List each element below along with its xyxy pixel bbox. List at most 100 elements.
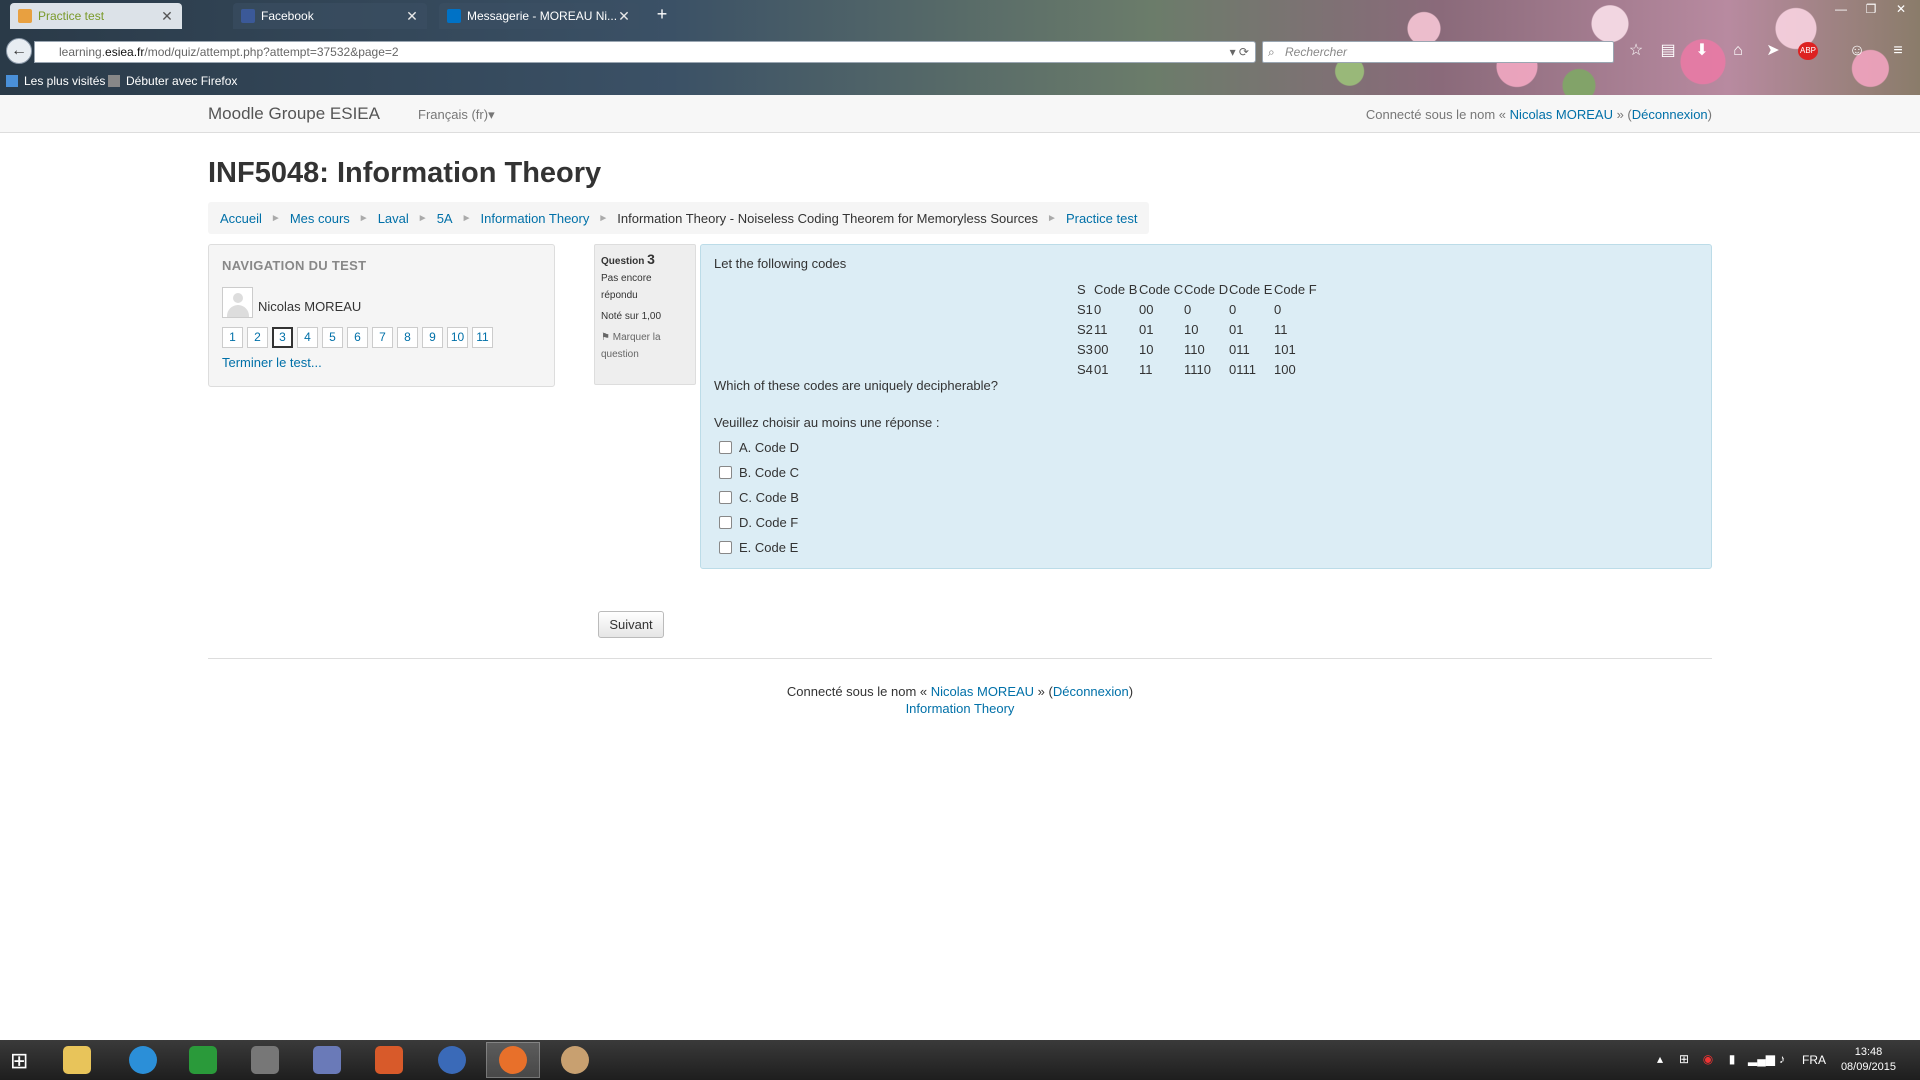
bookmark-star-icon[interactable]: ☆	[1625, 40, 1647, 62]
breadcrumb-practice-test[interactable]: Practice test	[1066, 211, 1138, 226]
table-cell: 0	[1184, 301, 1192, 317]
flag-question-link[interactable]: ⚑ Marquer la question	[601, 329, 689, 363]
chat-icon[interactable]: ☺	[1846, 40, 1868, 62]
breadcrumb-5a[interactable]: 5A	[437, 211, 453, 226]
question-button-2[interactable]: 2	[247, 327, 268, 348]
site-name[interactable]: Moodle Groupe ESIEA	[208, 104, 380, 124]
answer-checkbox[interactable]	[719, 541, 732, 554]
url-path: /mod/quiz/attempt.php?attempt=37532&page…	[144, 45, 399, 59]
antivirus-icon[interactable]: ◉	[1700, 1052, 1716, 1068]
breadcrumb-course[interactable]: Information Theory	[481, 211, 590, 226]
tray-windows-icon[interactable]: ⊞	[1676, 1052, 1692, 1068]
breadcrumb-separator-icon: ►	[598, 212, 609, 224]
question-text: Which of these codes are uniquely deciph…	[714, 378, 999, 393]
breadcrumb: Accueil ► Mes cours ► Laval ► 5A ► Infor…	[208, 202, 1150, 234]
reading-list-icon[interactable]: ▤	[1657, 40, 1679, 62]
breadcrumb-laval[interactable]: Laval	[378, 211, 409, 226]
footer-course-link[interactable]: Information Theory	[906, 701, 1015, 716]
file-explorer-icon[interactable]	[50, 1042, 104, 1078]
answer-option-a[interactable]: A. Code D	[719, 435, 799, 460]
footer-user-link[interactable]: Nicolas MOREAU	[931, 684, 1034, 699]
table-header-cell: Code B	[1094, 281, 1138, 297]
close-window-icon[interactable]: ✕	[1886, 0, 1916, 18]
tray-expand-icon[interactable]: ▴	[1652, 1052, 1668, 1068]
back-button[interactable]: ←	[6, 38, 32, 64]
menu-icon[interactable]: ≡	[1887, 40, 1909, 62]
office-app-icon[interactable]	[362, 1042, 416, 1078]
answer-option-b[interactable]: B. Code C	[719, 460, 799, 485]
answer-checkbox[interactable]	[719, 466, 732, 479]
question-label: Question	[601, 256, 645, 267]
tab-facebook[interactable]: Facebook ✕	[233, 3, 427, 29]
table-header-row: S Code B Code C Code D Code E Code F	[1077, 279, 1319, 299]
answer-checkbox[interactable]	[719, 441, 732, 454]
user-profile-link[interactable]: Nicolas MOREAU	[1510, 107, 1613, 122]
table-row: S1 0 00 0 0 0	[1077, 299, 1319, 319]
language-label: Français (fr)	[418, 107, 489, 122]
question-button-3[interactable]: 3	[272, 327, 293, 348]
internet-explorer-icon[interactable]	[116, 1042, 170, 1078]
tab-messagerie[interactable]: Messagerie - MOREAU Ni... ✕	[439, 3, 639, 29]
table-cell: S1	[1077, 301, 1093, 317]
url-domain: esiea.fr	[105, 45, 145, 59]
reload-icon[interactable]: ▾ ⟳	[1230, 42, 1249, 62]
system-clock[interactable]: 13:48 08/09/2015	[1841, 1045, 1896, 1075]
network-signal-icon[interactable]: ▂▄▆	[1748, 1052, 1775, 1068]
question-button-4[interactable]: 4	[297, 327, 318, 348]
new-tab-button[interactable]: +	[650, 4, 674, 25]
answer-checkbox[interactable]	[719, 516, 732, 529]
footer-logout-link[interactable]: Déconnexion	[1053, 684, 1129, 699]
footer-login-prefix: Connecté sous le nom «	[786, 684, 928, 699]
paint-icon[interactable]	[548, 1042, 602, 1078]
restore-icon[interactable]: ❐	[1856, 0, 1886, 18]
script-app-icon[interactable]	[300, 1042, 354, 1078]
next-button[interactable]: Suivant	[598, 611, 664, 638]
minimize-icon[interactable]: —	[1826, 0, 1856, 18]
question-button-5[interactable]: 5	[322, 327, 343, 348]
store-icon[interactable]	[176, 1042, 230, 1078]
finish-attempt-link[interactable]: Terminer le test...	[222, 355, 322, 370]
answer-checkbox[interactable]	[719, 491, 732, 504]
logout-link[interactable]: Déconnexion	[1632, 107, 1708, 122]
question-button-10[interactable]: 10	[447, 327, 468, 348]
question-button-1[interactable]: 1	[222, 327, 243, 348]
download-icon[interactable]: ⬇	[1691, 40, 1713, 62]
battery-icon[interactable]: ▮	[1724, 1052, 1740, 1068]
question-grade: Noté sur 1,00	[601, 311, 662, 322]
language-menu[interactable]: Français (fr)▾	[418, 107, 495, 123]
bookmark-getting-started[interactable]: Débuter avec Firefox	[108, 74, 237, 88]
graduation-app-icon[interactable]	[238, 1042, 292, 1078]
volume-icon[interactable]: ♪	[1774, 1052, 1790, 1068]
firefox-icon[interactable]	[486, 1042, 540, 1078]
breadcrumb-accueil[interactable]: Accueil	[220, 211, 262, 226]
question-button-6[interactable]: 6	[347, 327, 368, 348]
table-cell: 011	[1229, 341, 1250, 357]
close-icon[interactable]: ✕	[617, 8, 631, 25]
table-cell: 1110	[1184, 361, 1211, 377]
tab-practice-test[interactable]: Practice test ✕	[10, 3, 182, 29]
table-header-cell: Code E	[1229, 281, 1273, 297]
thunderbird-icon[interactable]	[425, 1042, 479, 1078]
answer-option-e[interactable]: E. Code E	[719, 535, 799, 560]
close-icon[interactable]: ✕	[405, 8, 419, 25]
home-icon[interactable]: ⌂	[1727, 40, 1749, 62]
input-language[interactable]: FRA	[1802, 1053, 1826, 1067]
question-button-11[interactable]: 11	[472, 327, 493, 348]
search-input[interactable]: ⌕ Rechercher	[1262, 41, 1614, 63]
question-button-9[interactable]: 9	[422, 327, 443, 348]
bookmark-most-visited[interactable]: Les plus visités	[6, 74, 105, 88]
url-bar[interactable]: learning.esiea.fr/mod/quiz/attempt.php?a…	[34, 41, 1256, 63]
breadcrumb-mes-cours[interactable]: Mes cours	[290, 211, 350, 226]
windows-start-icon[interactable]: ⊞	[10, 1049, 34, 1073]
table-cell: S4	[1077, 361, 1093, 377]
search-icon: ⌕	[1268, 45, 1275, 59]
close-icon[interactable]: ✕	[160, 8, 174, 25]
adblock-icon[interactable]: ABP	[1798, 42, 1818, 60]
table-header-cell: S	[1077, 281, 1086, 297]
question-button-7[interactable]: 7	[372, 327, 393, 348]
answer-option-c[interactable]: C. Code B	[719, 485, 799, 510]
question-button-8[interactable]: 8	[397, 327, 418, 348]
table-cell: 101	[1274, 341, 1296, 357]
share-icon[interactable]: ➤	[1762, 40, 1784, 62]
answer-option-d[interactable]: D. Code F	[719, 510, 799, 535]
